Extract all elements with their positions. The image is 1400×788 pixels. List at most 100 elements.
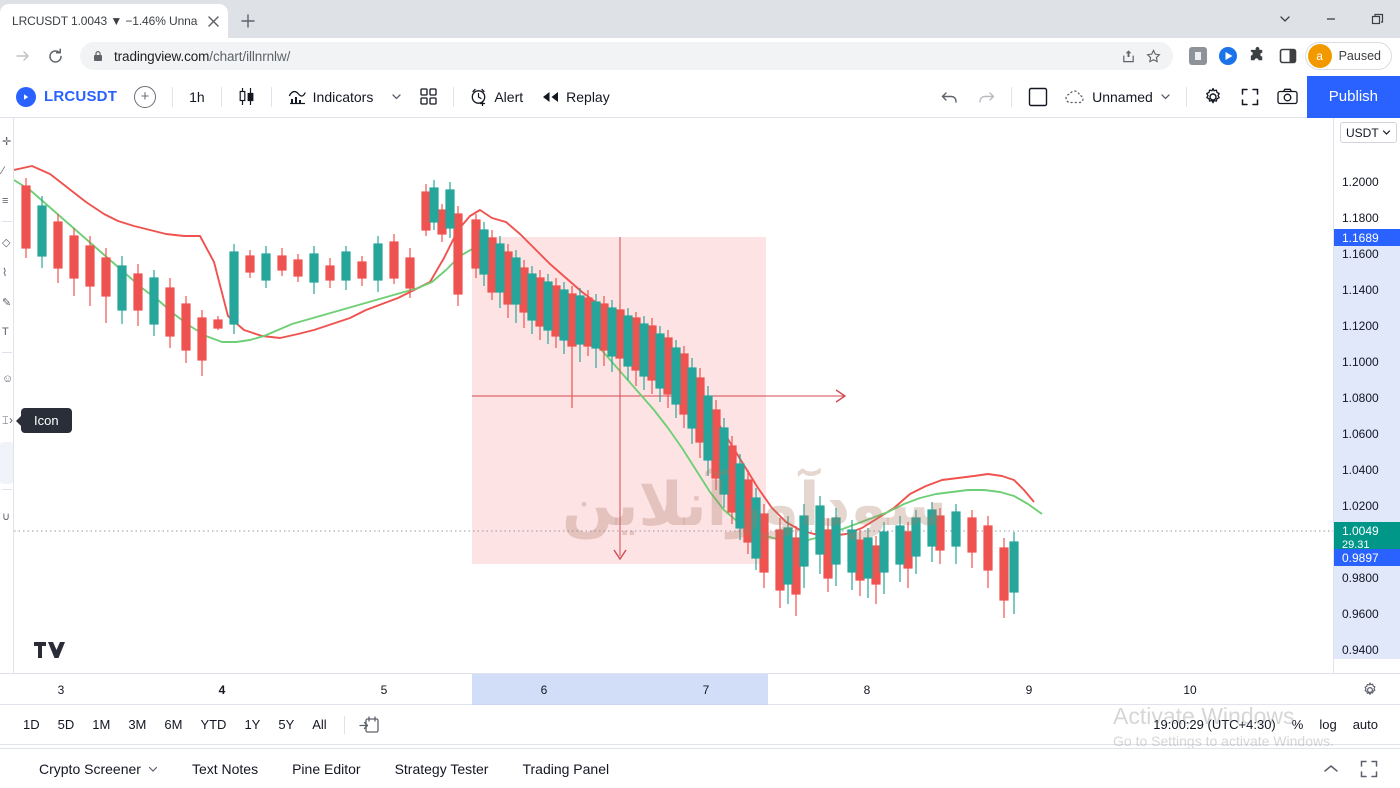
tab-pine-editor[interactable]: Pine Editor: [275, 749, 377, 788]
tab-trading-panel[interactable]: Trading Panel: [505, 749, 626, 788]
tab-strategy-tester[interactable]: Strategy Tester: [378, 749, 506, 788]
restore-icon[interactable]: [1354, 0, 1400, 38]
tradingview-toolbar: LRCUSDT + 1h Indicators Alert Replay Unn…: [0, 75, 1400, 118]
replay-button[interactable]: Replay: [532, 82, 619, 112]
price-tick: 1.1200: [1342, 319, 1379, 333]
sidepanel-icon[interactable]: [1277, 45, 1299, 67]
chevron-down-icon: [1382, 128, 1391, 137]
range-button-5y[interactable]: 5Y: [269, 713, 303, 736]
address-bar[interactable]: tradingview.com/chart/illnrnlw/: [80, 42, 1173, 70]
currency-unit-select[interactable]: USDT: [1340, 122, 1397, 143]
layout-icon[interactable]: [1019, 82, 1057, 112]
range-button-5d[interactable]: 5D: [49, 713, 84, 736]
clock-label: 19:00:29 (UTC+4:30): [1153, 717, 1276, 732]
publish-button[interactable]: Publish: [1306, 75, 1400, 118]
price-tick: 0.9400: [1342, 643, 1379, 657]
range-button-all[interactable]: All: [303, 713, 335, 736]
share-icon[interactable]: [1121, 49, 1136, 64]
alert-button[interactable]: Alert: [461, 82, 532, 112]
minimize-icon[interactable]: [1308, 0, 1354, 38]
trendline-icon[interactable]: ∕: [0, 156, 13, 186]
time-axis[interactable]: 3 4 5 6 7 8 9 10: [0, 673, 1400, 705]
chevron-down-icon[interactable]: [148, 764, 158, 774]
toolbar-right-group: Unnamed Publish: [932, 75, 1400, 118]
price-tick: 1.0600: [1342, 427, 1379, 441]
fullscreen-icon[interactable]: [1232, 82, 1268, 112]
divider: [172, 86, 174, 107]
zoom-icon[interactable]: [0, 442, 13, 484]
lock-icon: [92, 50, 104, 62]
undo-icon[interactable]: [932, 82, 968, 112]
range-button-1d[interactable]: 1D: [14, 713, 49, 736]
price-tick: 1.1800: [1342, 211, 1379, 225]
symbol-logo-icon: [16, 86, 36, 107]
panel-controls: [1322, 760, 1400, 778]
chevron-down-icon[interactable]: [1160, 91, 1171, 102]
time-tick: 8: [863, 683, 871, 697]
time-tick: 7: [702, 683, 710, 697]
chevron-down-icon[interactable]: [1262, 0, 1308, 38]
profile-button[interactable]: a Paused: [1304, 42, 1392, 70]
arrow-forward-icon[interactable]: [8, 41, 38, 71]
gear-icon[interactable]: [1362, 682, 1378, 698]
time-tick: 10: [1183, 683, 1197, 697]
saved-layout-button[interactable]: Unnamed: [1057, 82, 1179, 112]
text-icon[interactable]: T: [0, 317, 13, 347]
range-button-1y[interactable]: 1Y: [235, 713, 269, 736]
range-button-1m[interactable]: 1M: [83, 713, 119, 736]
chart-status-group: 19:00:29 (UTC+4:30) % log auto: [1153, 717, 1386, 732]
alert-label: Alert: [494, 88, 524, 105]
price-tick: 1.0200: [1342, 499, 1379, 513]
tab-text-notes[interactable]: Text Notes: [175, 749, 275, 788]
browser-tab[interactable]: LRCUSDT 1.0043 ▼ −1.46% Unna: [0, 4, 228, 38]
indicators-button[interactable]: Indicators: [279, 82, 383, 112]
percent-toggle[interactable]: %: [1292, 717, 1304, 732]
chevron-right-icon[interactable]: ›: [9, 413, 13, 427]
templates-button[interactable]: [411, 82, 446, 112]
emoji-icon[interactable]: ☺: [0, 358, 13, 400]
date-range-icon[interactable]: [353, 715, 385, 734]
plus-circle-icon: +: [134, 85, 157, 108]
magnet-icon[interactable]: ∪: [0, 495, 13, 537]
range-button-3m[interactable]: 3M: [119, 713, 155, 736]
auto-toggle[interactable]: auto: [1353, 717, 1378, 732]
chevron-down-icon[interactable]: [382, 82, 411, 112]
tab-crypto-screener[interactable]: Crypto Screener: [22, 749, 175, 788]
camera-icon[interactable]: [1268, 82, 1307, 112]
prediction-icon[interactable]: ⌇: [0, 257, 13, 287]
new-tab-icon[interactable]: [234, 7, 262, 35]
interval-button[interactable]: 1h: [180, 82, 214, 112]
price-axis[interactable]: USDT 1.2000 1.1800 1.1600 1.1400 1.1200 …: [1333, 118, 1400, 673]
video-icon[interactable]: [1217, 45, 1239, 67]
profile-status-label: Paused: [1338, 49, 1381, 63]
time-tick: 9: [1025, 683, 1033, 697]
price-tick: 0.9600: [1342, 607, 1379, 621]
extension-puzzle-icon[interactable]: [1187, 45, 1209, 67]
symbol-button[interactable]: LRCUSDT: [16, 86, 117, 107]
range-button-6m[interactable]: 6M: [155, 713, 191, 736]
pattern-icon[interactable]: ◇: [0, 227, 13, 257]
redo-icon[interactable]: [968, 82, 1004, 112]
divider: [1185, 86, 1187, 107]
price-tick: 0.9800: [1342, 571, 1379, 585]
fullscreen-icon[interactable]: [1360, 760, 1378, 778]
add-symbol-button[interactable]: +: [125, 82, 165, 112]
chart-style-button[interactable]: [229, 82, 264, 112]
brush-icon[interactable]: ✎: [0, 287, 13, 317]
chevron-up-icon[interactable]: [1322, 762, 1340, 776]
range-button-ytd[interactable]: YTD: [191, 713, 235, 736]
close-icon[interactable]: [204, 12, 222, 30]
browser-tab-title: LRCUSDT 1.0043 ▼ −1.46% Unna: [12, 14, 198, 28]
reload-icon[interactable]: [40, 41, 70, 71]
price-tick: 1.0400: [1342, 463, 1379, 477]
fibonacci-icon[interactable]: ≡: [0, 186, 13, 216]
crosshair-icon[interactable]: ✛: [0, 126, 13, 156]
star-icon[interactable]: [1145, 48, 1161, 64]
gear-icon[interactable]: [1194, 82, 1232, 112]
puzzle-icon[interactable]: [1247, 45, 1269, 67]
log-toggle[interactable]: log: [1319, 717, 1336, 732]
saved-layout-name: Unnamed: [1092, 88, 1153, 105]
chart-canvas[interactable]: سودآورآنلاین -0.1792 (−15.33%) , −1792 4…: [14, 118, 1333, 673]
divider: [453, 86, 455, 107]
address-bar-url: tradingview.com/chart/illnrnlw/: [114, 48, 291, 64]
